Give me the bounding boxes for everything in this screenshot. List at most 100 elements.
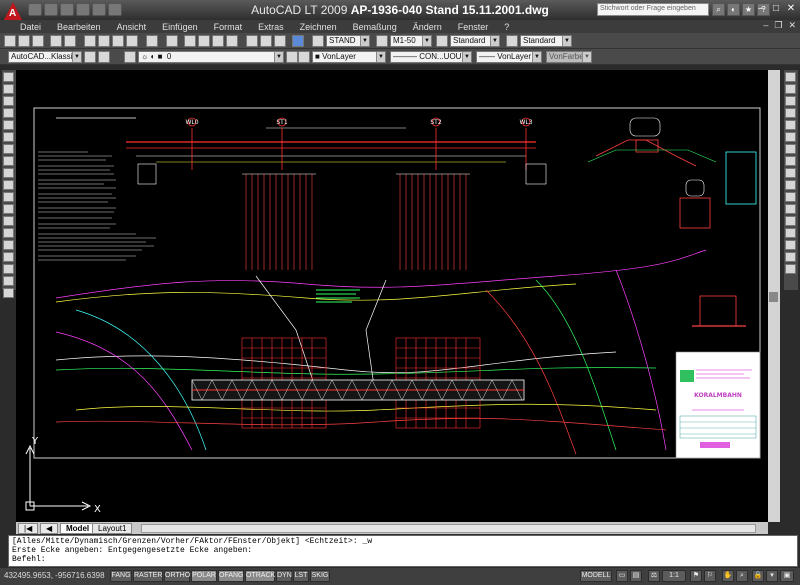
- extend-icon[interactable]: [785, 192, 796, 202]
- layer-previous-icon[interactable]: [298, 51, 310, 63]
- doc-restore-button[interactable]: ❐: [774, 20, 782, 31]
- workspace-settings-icon[interactable]: [84, 51, 96, 63]
- zoom-window-icon[interactable]: [212, 35, 224, 47]
- menu-zeichnen[interactable]: Zeichnen: [292, 22, 345, 32]
- plot-icon[interactable]: [50, 35, 62, 47]
- new-icon[interactable]: [4, 35, 16, 47]
- gradient-icon[interactable]: [3, 252, 14, 262]
- dim-style-icon[interactable]: [376, 35, 388, 47]
- tab-model[interactable]: Model: [60, 523, 96, 534]
- chamfer-icon[interactable]: [785, 240, 796, 250]
- maximize-button[interactable]: □: [769, 2, 783, 16]
- command-prompt[interactable]: Befehl:: [12, 555, 794, 564]
- communication-center-icon[interactable]: ◐: [727, 3, 740, 16]
- menu-extras[interactable]: Extras: [250, 22, 292, 32]
- table-icon[interactable]: [3, 276, 14, 286]
- command-line[interactable]: [Alles/Mitte/Dynamisch/Grenzen/Vorher/FA…: [8, 535, 798, 567]
- lineweight-toggle[interactable]: LST: [293, 570, 309, 582]
- model-space-toggle[interactable]: MODELL: [580, 570, 612, 582]
- explode-icon[interactable]: [785, 264, 796, 274]
- customize-icon[interactable]: [98, 51, 110, 63]
- plot-preview-icon[interactable]: [64, 35, 76, 47]
- otrack-toggle[interactable]: OTRACK: [245, 570, 275, 582]
- annotation-scale-select[interactable]: 1:1: [662, 570, 686, 582]
- menu-bearbeiten[interactable]: Bearbeiten: [49, 22, 109, 32]
- dim-style-select[interactable]: M1-50 ▼: [390, 35, 432, 47]
- paste-icon[interactable]: [112, 35, 124, 47]
- scale-icon[interactable]: [785, 156, 796, 166]
- pan-icon[interactable]: [184, 35, 196, 47]
- design-center-icon[interactable]: [260, 35, 272, 47]
- hatch-icon[interactable]: [3, 240, 14, 250]
- tab-nav-prev[interactable]: ◀: [40, 523, 59, 534]
- polyline-icon[interactable]: [3, 96, 14, 106]
- redo-icon[interactable]: [166, 35, 178, 47]
- vertical-scrollbar[interactable]: [768, 70, 780, 522]
- multiline-text-icon[interactable]: [3, 288, 14, 298]
- polar-toggle[interactable]: POLAR: [191, 570, 217, 582]
- rectangle-icon[interactable]: [3, 120, 14, 130]
- point-icon[interactable]: [3, 228, 14, 238]
- drawing-area[interactable]: WL0 ST1 ST2 WL3 KORALMBAHN Y X: [16, 70, 768, 522]
- close-button[interactable]: ✕: [784, 2, 798, 16]
- mirror-icon[interactable]: [785, 96, 796, 106]
- polygon-icon[interactable]: [3, 108, 14, 118]
- vertical-scroll-thumb[interactable]: [769, 292, 778, 302]
- auto-scale-icon[interactable]: ⚐: [704, 570, 716, 582]
- color-select[interactable]: ■ VonLayer ▼: [312, 51, 386, 63]
- open-icon[interactable]: [18, 35, 30, 47]
- arc-icon[interactable]: [3, 132, 14, 142]
- zoom-icon[interactable]: ⌕: [736, 570, 748, 582]
- ellipse-icon[interactable]: [3, 180, 14, 190]
- annotation-scale-icon[interactable]: ⚖: [648, 570, 660, 582]
- multileader-style-select[interactable]: Standard ▼: [520, 35, 572, 47]
- menu-help[interactable]: ?: [496, 22, 517, 32]
- doc-minimize-button[interactable]: –: [763, 20, 768, 31]
- search-icon[interactable]: ⌕: [712, 3, 725, 16]
- insert-block-icon[interactable]: [3, 204, 14, 214]
- zoom-realtime-icon[interactable]: [198, 35, 210, 47]
- stretch-icon[interactable]: [785, 168, 796, 178]
- annotation-visibility-icon[interactable]: ⚑: [690, 570, 702, 582]
- layer-manager-icon[interactable]: [124, 51, 136, 63]
- snap-toggle[interactable]: FANG: [110, 570, 132, 582]
- quick-view-layouts-icon[interactable]: ▭: [616, 570, 628, 582]
- tab-nav-first[interactable]: |◀: [18, 523, 39, 534]
- osnap-toggle[interactable]: OFANG: [218, 570, 244, 582]
- layer-select[interactable]: ☼ ◐ ■ 0 ▼: [138, 51, 284, 63]
- tool-palettes-icon[interactable]: [274, 35, 286, 47]
- construction-line-icon[interactable]: [3, 84, 14, 94]
- revision-cloud-icon[interactable]: [3, 156, 14, 166]
- make-block-icon[interactable]: [3, 216, 14, 226]
- zoom-previous-icon[interactable]: [226, 35, 238, 47]
- make-layer-current-icon[interactable]: [286, 51, 298, 63]
- menu-ansicht[interactable]: Ansicht: [109, 22, 155, 32]
- menu-einfuegen[interactable]: Einfügen: [154, 22, 206, 32]
- quick-properties-toggle[interactable]: SKIG: [310, 570, 330, 582]
- multileader-style-icon[interactable]: [506, 35, 518, 47]
- linetype-select[interactable]: ——— CON...UOU ▼: [390, 51, 472, 63]
- help-search-input[interactable]: Stichwort oder Frage eingeben: [597, 3, 709, 16]
- line-icon[interactable]: [3, 72, 14, 82]
- copy-object-icon[interactable]: [785, 84, 796, 94]
- cut-icon[interactable]: [84, 35, 96, 47]
- tab-layout1[interactable]: Layout1: [92, 523, 133, 534]
- text-style-icon[interactable]: [312, 35, 324, 47]
- region-icon[interactable]: [3, 264, 14, 274]
- move-icon[interactable]: [785, 132, 796, 142]
- table-style-select[interactable]: Standard ▼: [450, 35, 500, 47]
- quick-view-drawings-icon[interactable]: ▤: [630, 570, 642, 582]
- menu-format[interactable]: Format: [206, 22, 251, 32]
- rotate-icon[interactable]: [785, 144, 796, 154]
- help-icon[interactable]: [292, 35, 304, 47]
- save-icon[interactable]: [32, 35, 44, 47]
- cursor-coordinates[interactable]: 432495.9653, -956716.6398: [4, 571, 105, 580]
- array-icon[interactable]: [785, 120, 796, 130]
- menu-bemassung[interactable]: Bemaßung: [345, 22, 405, 32]
- undo-icon[interactable]: [146, 35, 158, 47]
- offset-icon[interactable]: [785, 108, 796, 118]
- erase-icon[interactable]: [785, 72, 796, 82]
- trim-icon[interactable]: [785, 180, 796, 190]
- table-style-icon[interactable]: [436, 35, 448, 47]
- match-properties-icon[interactable]: [126, 35, 138, 47]
